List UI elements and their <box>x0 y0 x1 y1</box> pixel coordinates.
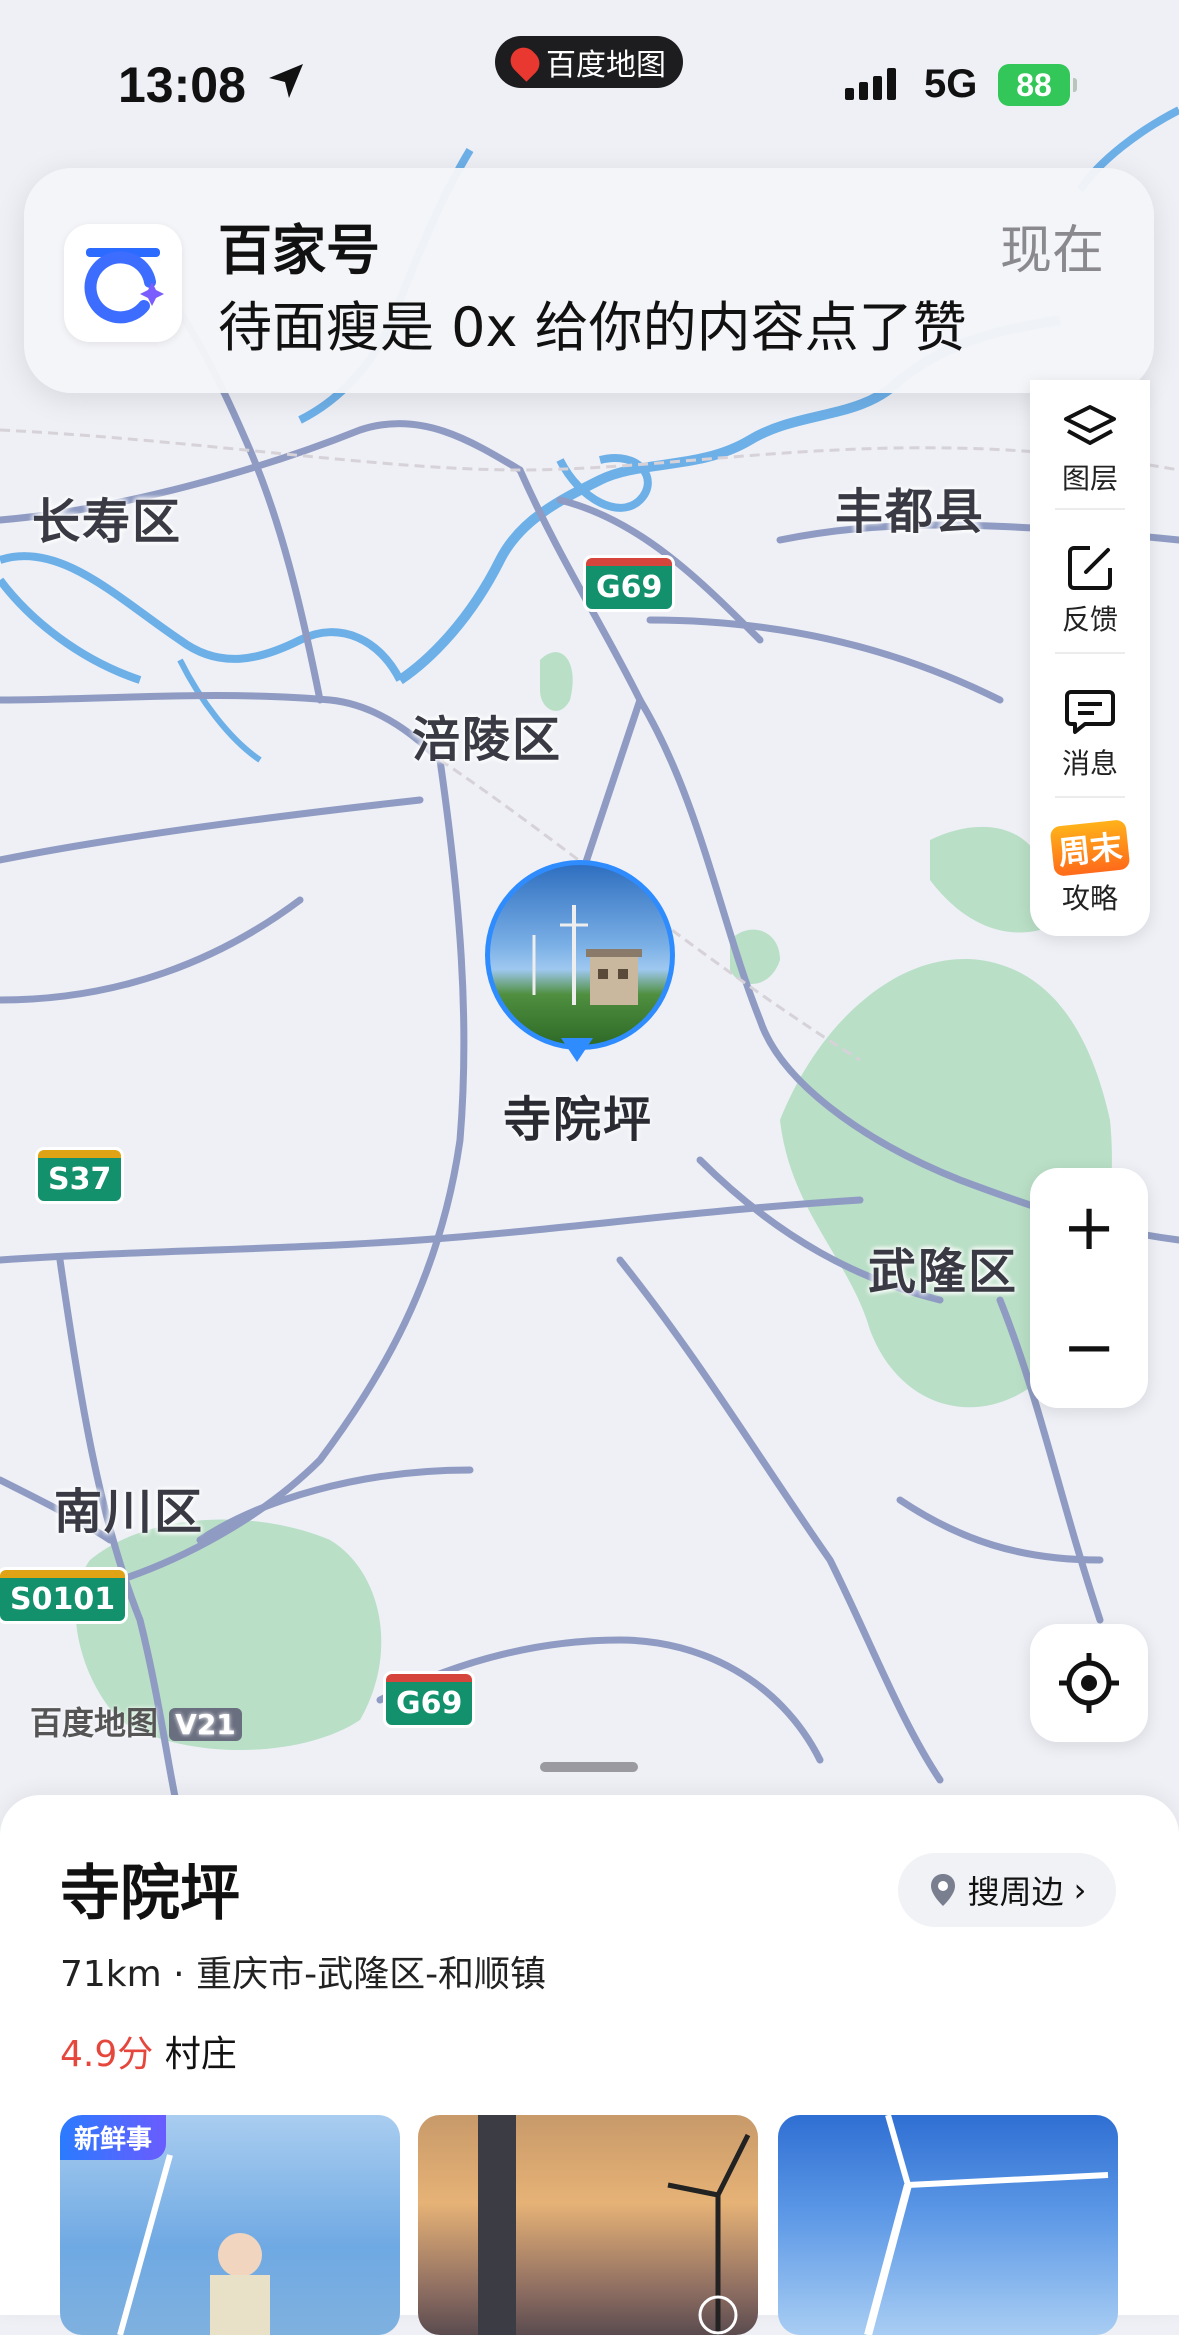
poi-score: 4.9分 <box>60 2034 154 2075</box>
map-label-changshou[interactable]: 长寿区 <box>32 482 182 552</box>
map-logo: 百度地图 V21 <box>30 1698 242 1744</box>
zoom-out-button[interactable]: − <box>1030 1288 1148 1408</box>
feedback-button[interactable]: 反馈 <box>1030 520 1150 660</box>
poi-detail-sheet[interactable]: 寺院坪 搜周边 › 71km · 重庆市-武隆区-和顺镇 4.9分 村庄 新鲜事 <box>0 1795 1179 2335</box>
network-type: 5G <box>924 62 978 106</box>
locate-icon <box>1059 1653 1119 1713</box>
poi-distance: 71km <box>60 1954 162 1995</box>
poi-address: 重庆市-武隆区-和顺镇 <box>196 1954 547 1995</box>
weekend-guide-icon: 周末 <box>1049 819 1131 877</box>
road-shield-s0101: S0101 <box>0 1570 126 1621</box>
baijiahao-app-icon <box>64 224 182 342</box>
fresh-news-badge: 新鲜事 <box>60 2115 167 2160</box>
map-side-panel: 图层 反馈 消息 周末 攻略 <box>1030 380 1150 936</box>
poi-rating-line: 4.9分 村庄 <box>60 2025 237 2077</box>
layers-label: 图层 <box>1061 462 1118 495</box>
layers-icon <box>1064 405 1116 445</box>
location-arrow-icon <box>269 64 303 98</box>
poi-label[interactable]: 寺院坪 <box>503 1080 653 1150</box>
chevron-right-icon: › <box>1073 1871 1087 1909</box>
guide-label: 攻略 <box>1061 882 1118 915</box>
map-label-nanchuan[interactable]: 南川区 <box>54 1472 204 1542</box>
road-shield-s37: S37 <box>38 1150 122 1201</box>
poi-category: 村庄 <box>164 2034 237 2075</box>
layers-button[interactable]: 图层 <box>1030 380 1150 520</box>
map-label-fengdu[interactable]: 丰都县 <box>835 472 985 542</box>
poi-photo-1[interactable]: 新鲜事 <box>60 2115 400 2335</box>
locate-button[interactable] <box>1030 1624 1148 1742</box>
divider <box>1055 796 1125 798</box>
poi-title: 寺院坪 <box>60 1859 240 1929</box>
status-time: 13:08 <box>118 57 246 113</box>
search-nearby-label: 搜周边 <box>967 1873 1064 1911</box>
location-pin-icon <box>930 1874 955 1906</box>
road-shield-g69-south: G69 <box>386 1674 473 1725</box>
notification-time: 现在 <box>999 221 1104 281</box>
search-nearby-button[interactable]: 搜周边 › <box>898 1853 1116 1927</box>
app-pill-label: 百度地图 <box>546 48 666 83</box>
battery-icon: 88 <box>998 64 1077 106</box>
edit-icon <box>1068 546 1112 590</box>
map-label-fuling[interactable]: 涪陵区 <box>412 700 562 770</box>
separator-dot: · <box>161 1954 197 1995</box>
zoom-in-button[interactable]: + <box>1030 1168 1148 1288</box>
messages-label: 消息 <box>1061 747 1118 780</box>
sheet-drag-handle[interactable] <box>540 1762 638 1772</box>
signal-icon <box>845 68 896 100</box>
notification-banner[interactable]: 百家号 现在 待面瘦是 0x 给你的内容点了赞 <box>24 168 1154 393</box>
poi-photo <box>485 860 675 1050</box>
divider <box>1055 508 1125 510</box>
road-shield-g69: G69 <box>586 558 673 609</box>
message-icon <box>1065 690 1115 734</box>
poi-address-line: 71km · 重庆市-武隆区-和顺镇 <box>60 1945 546 1997</box>
notification-message: 待面瘦是 0x 给你的内容点了赞 <box>218 296 967 359</box>
messages-button[interactable]: 消息 <box>1030 664 1150 804</box>
poi-photo-2[interactable] <box>418 2115 758 2335</box>
map-logo-version: V21 <box>169 1708 242 1741</box>
map-logo-text: 百度地图 <box>30 1704 159 1742</box>
poi-photo-3[interactable] <box>778 2115 1118 2335</box>
feedback-label: 反馈 <box>1061 603 1118 636</box>
map-pin-icon <box>505 42 545 82</box>
zoom-controls: + − <box>1030 1168 1148 1408</box>
map-label-wulong[interactable]: 武隆区 <box>868 1232 1018 1302</box>
notification-app-name: 百家号 <box>218 219 380 282</box>
divider <box>1055 652 1125 654</box>
guide-button[interactable]: 周末 攻略 <box>1030 800 1150 940</box>
poi-pointer <box>561 1038 593 1062</box>
app-pill[interactable]: 百度地图 <box>495 36 683 88</box>
poi-photo-strip: 新鲜事 <box>60 2115 1120 2335</box>
status-bar: 13:08 百度地图 5G 88 <box>0 0 1179 170</box>
